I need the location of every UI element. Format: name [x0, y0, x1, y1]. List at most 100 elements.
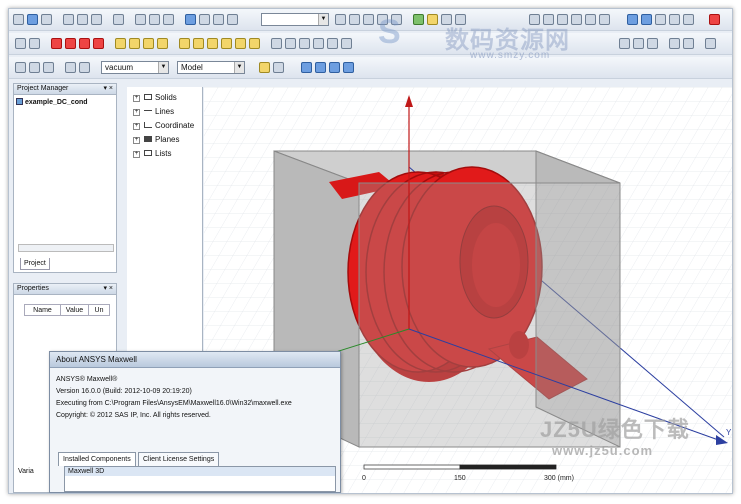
draw-arc-icon[interactable]: [79, 38, 90, 49]
zoom-out-icon[interactable]: [641, 14, 652, 25]
expand-icon[interactable]: +: [133, 95, 140, 102]
rotate-icon[interactable]: [669, 14, 680, 25]
sheet-icon[interactable]: [349, 14, 360, 25]
expand-icon[interactable]: +: [133, 151, 140, 158]
open-icon[interactable]: [27, 14, 38, 25]
toolbar-icon-i[interactable]: [585, 14, 596, 25]
tab-client-license-settings[interactable]: Client License Settings: [138, 452, 220, 466]
draw-torus-icon[interactable]: [235, 38, 246, 49]
toolbar-icon-2i[interactable]: [633, 38, 644, 49]
copy-icon[interactable]: [77, 14, 88, 25]
toolbar-icon-3a[interactable]: [29, 62, 40, 73]
tree-label: Coordinate: [155, 121, 195, 130]
toolbar-icon-3c[interactable]: [65, 62, 76, 73]
select-object-icon[interactable]: [199, 14, 210, 25]
toolbar-icon-3f[interactable]: [273, 62, 284, 73]
grid-icon[interactable]: [15, 62, 26, 73]
select-edge-icon[interactable]: [227, 14, 238, 25]
toolbar-icon-2e[interactable]: [313, 38, 324, 49]
project-item[interactable]: example_DC_cond: [16, 98, 88, 106]
solids-icon: [144, 94, 152, 100]
undo-icon[interactable]: [149, 14, 160, 25]
select-icon[interactable]: [185, 14, 196, 25]
selection-dropdown[interactable]: ▼: [261, 13, 329, 26]
list-item[interactable]: Maxwell 3D: [65, 467, 335, 476]
about-dialog: About ANSYS Maxwell ANSYS® Maxwell® Vers…: [49, 351, 341, 493]
help-icon[interactable]: [15, 38, 26, 49]
toolbar-icon-2c[interactable]: [285, 38, 296, 49]
draw-equation-icon[interactable]: [93, 38, 104, 49]
draw-ellipse-icon[interactable]: [157, 38, 168, 49]
coordinate-yz-icon[interactable]: [315, 62, 326, 73]
toolbar-icon-3d[interactable]: [79, 62, 90, 73]
toolbar-icon-2m[interactable]: [705, 38, 716, 49]
material-dropdown[interactable]: vacuum ▼: [101, 61, 169, 74]
toolbar-icon-2l[interactable]: [683, 38, 694, 49]
delete-icon[interactable]: [135, 14, 146, 25]
installed-components-list[interactable]: Maxwell 3D: [64, 466, 336, 492]
col-unit: Un: [94, 307, 104, 314]
draw-helix-icon[interactable]: [249, 38, 260, 49]
pin-close-icon[interactable]: ▾ ×: [103, 284, 113, 294]
tree-item-solids[interactable]: + Solids: [127, 91, 202, 105]
planes-icon: [144, 136, 152, 142]
draw-cone-icon[interactable]: [207, 38, 218, 49]
about-dialog-title: About ANSYS Maxwell: [50, 352, 340, 368]
project-hscrollbar[interactable]: [18, 244, 114, 252]
draw-polygon-icon[interactable]: [143, 38, 154, 49]
toolbar-icon-2k[interactable]: [669, 38, 680, 49]
toolbar-icon-2d[interactable]: [299, 38, 310, 49]
cut-icon[interactable]: [63, 14, 74, 25]
properties-columns: Name Value Un: [24, 304, 110, 316]
tree-item-planes[interactable]: + Planes: [127, 133, 202, 147]
watermark-logo-smzy: S: [378, 13, 401, 51]
tab-variables[interactable]: Varia: [18, 468, 34, 475]
toolbar-icon-h[interactable]: [571, 14, 582, 25]
expand-icon[interactable]: +: [133, 137, 140, 144]
toolbar-icon-a[interactable]: [363, 14, 374, 25]
new-icon[interactable]: [13, 14, 24, 25]
draw-cylinder-icon[interactable]: [193, 38, 204, 49]
draw-sphere-icon[interactable]: [221, 38, 232, 49]
toolbar-icon-2h[interactable]: [619, 38, 630, 49]
zoom-in-icon[interactable]: [627, 14, 638, 25]
tree-item-lists[interactable]: + Lists: [127, 147, 202, 161]
tab-installed-components[interactable]: Installed Components: [58, 452, 136, 466]
toolbar-icon-j[interactable]: [599, 14, 610, 25]
toolbar-icon-2a[interactable]: [29, 38, 40, 49]
validate-icon[interactable]: [335, 14, 346, 25]
expand-icon[interactable]: +: [133, 109, 140, 116]
mode-dropdown[interactable]: Model ▼: [177, 61, 245, 74]
save-icon[interactable]: [41, 14, 52, 25]
select-face-icon[interactable]: [213, 14, 224, 25]
print-icon[interactable]: [113, 14, 124, 25]
coordinate-xz-icon[interactable]: [329, 62, 340, 73]
toolbar-icon-2g[interactable]: [341, 38, 352, 49]
draw-line-icon[interactable]: [51, 38, 62, 49]
coordinate-xy-icon[interactable]: [301, 62, 312, 73]
coordinate-icon: [144, 122, 152, 128]
draw-box-icon[interactable]: [179, 38, 190, 49]
expand-icon[interactable]: +: [133, 123, 140, 130]
draw-spline-icon[interactable]: [65, 38, 76, 49]
draw-circle-icon[interactable]: [129, 38, 140, 49]
pin-close-icon[interactable]: ▾ ×: [103, 84, 113, 94]
toolbar-icon-2b[interactable]: [271, 38, 282, 49]
toolbar-icon-red[interactable]: [709, 14, 720, 25]
toolbar-icon-3e[interactable]: [259, 62, 270, 73]
redo-icon[interactable]: [163, 14, 174, 25]
results-icon[interactable]: [427, 14, 438, 25]
pan-icon[interactable]: [655, 14, 666, 25]
toolbar-icon-3b[interactable]: [43, 62, 54, 73]
coordinate-move-icon[interactable]: [343, 62, 354, 73]
tree-item-coordinate[interactable]: + Coordinate: [127, 119, 202, 133]
paste-icon[interactable]: [91, 14, 102, 25]
toolbar-icon-2j[interactable]: [647, 38, 658, 49]
fit-all-icon[interactable]: [683, 14, 694, 25]
toolbar-icon-2f[interactable]: [327, 38, 338, 49]
draw-rectangle-icon[interactable]: [115, 38, 126, 49]
toolbar-row-3: vacuum ▼ Model ▼: [9, 57, 732, 79]
lines-icon: [144, 110, 152, 111]
tab-project[interactable]: Project: [20, 258, 50, 270]
tree-item-lines[interactable]: + Lines: [127, 105, 202, 119]
